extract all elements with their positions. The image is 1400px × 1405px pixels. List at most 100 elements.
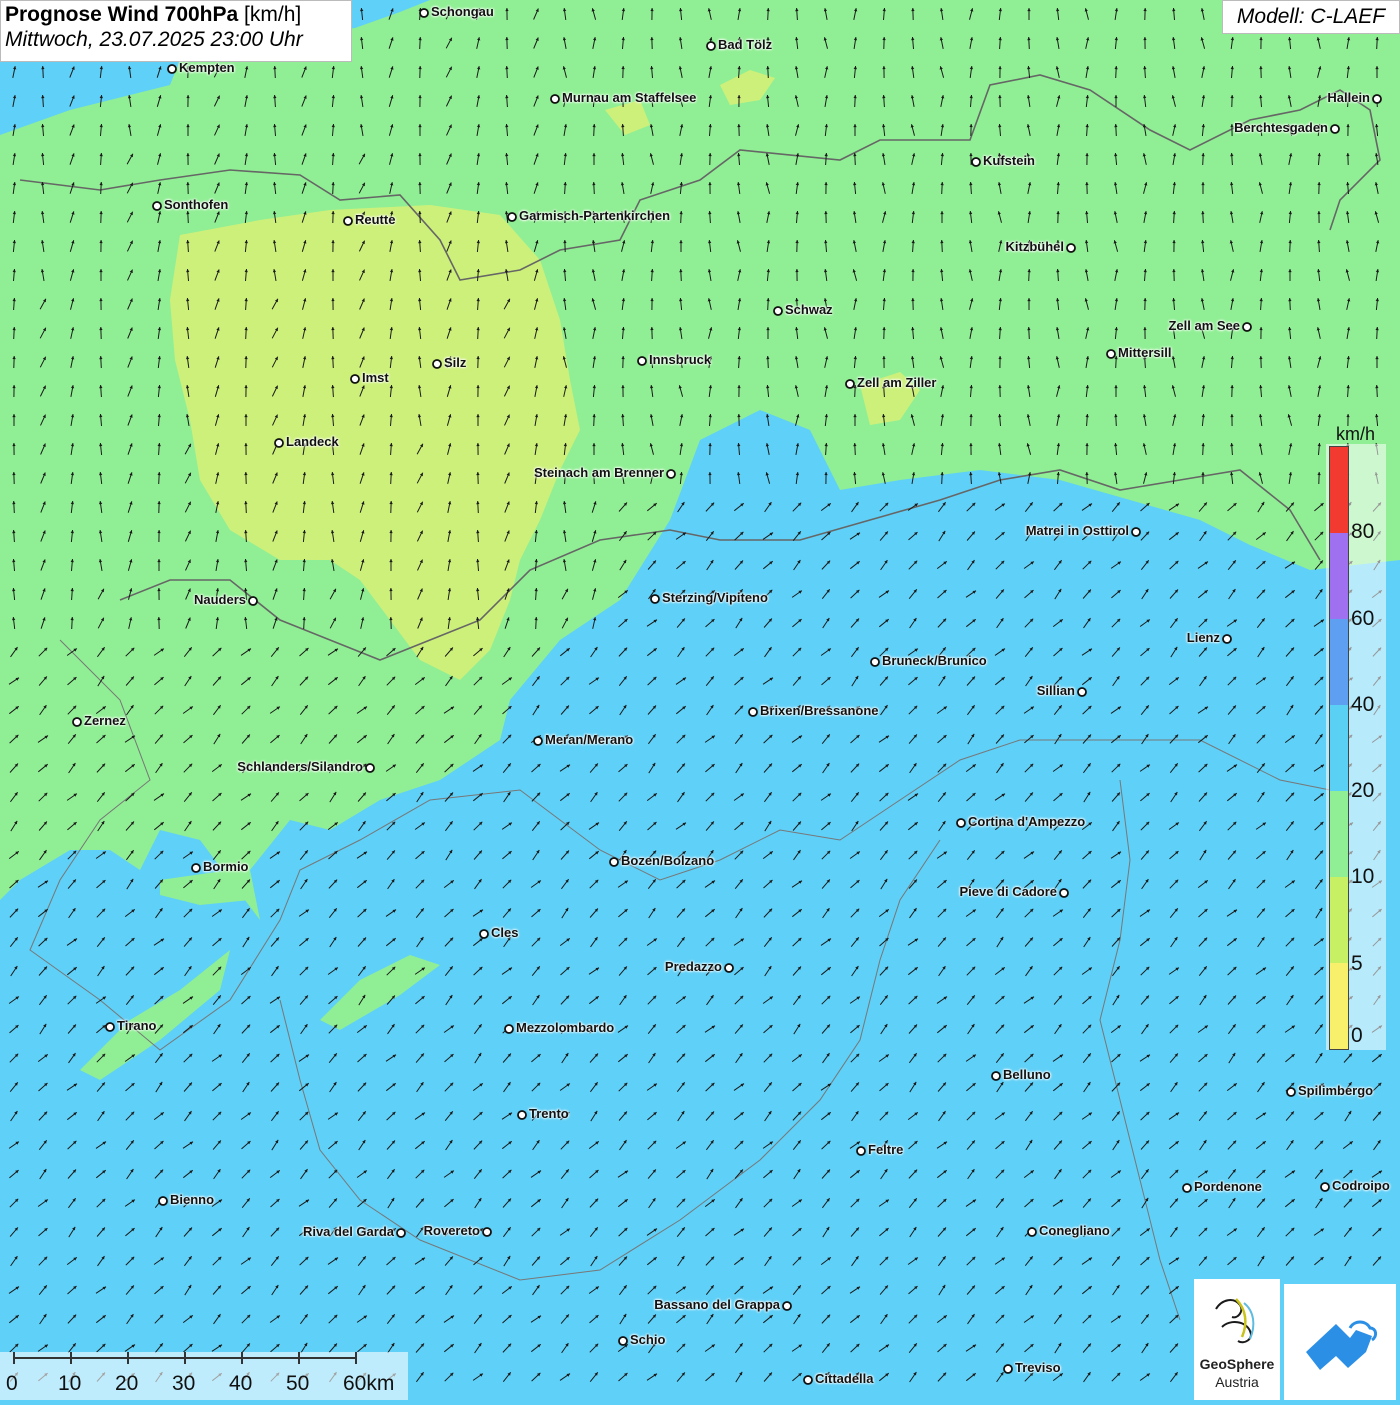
legend-segment bbox=[1330, 791, 1348, 877]
city-label: Predazzo bbox=[665, 959, 722, 974]
city-label: Innsbruck bbox=[649, 352, 711, 367]
city-label: Tirano bbox=[117, 1018, 157, 1033]
city-marker bbox=[774, 307, 782, 315]
city-label: Sillian bbox=[1037, 683, 1075, 698]
city-label: Riva del Garda bbox=[303, 1224, 394, 1239]
legend-segment bbox=[1330, 447, 1348, 533]
city-marker bbox=[1107, 350, 1115, 358]
city-marker bbox=[1060, 889, 1068, 897]
city-marker bbox=[1373, 95, 1381, 103]
city-label: Rovereto bbox=[424, 1223, 480, 1238]
legend-label: 5 bbox=[1351, 952, 1363, 976]
geosphere-icon bbox=[1194, 1279, 1280, 1359]
city-marker bbox=[1243, 323, 1251, 331]
city-label: Belluno bbox=[1003, 1067, 1051, 1082]
city-label: Bassano del Grappa bbox=[654, 1297, 780, 1312]
city-marker bbox=[106, 1023, 114, 1031]
legend-segment bbox=[1330, 877, 1348, 963]
city-marker bbox=[397, 1229, 405, 1237]
city-label: Reutte bbox=[355, 212, 395, 227]
scale-tick bbox=[241, 1352, 243, 1364]
city-label: Sonthofen bbox=[164, 197, 228, 212]
city-label: Kempten bbox=[179, 60, 235, 75]
city-label: Schongau bbox=[431, 4, 494, 19]
scale-tick bbox=[13, 1352, 15, 1364]
city-label: Silz bbox=[444, 355, 466, 370]
partner-logo bbox=[1284, 1284, 1396, 1400]
city-marker bbox=[846, 380, 854, 388]
city-marker bbox=[1331, 125, 1339, 133]
city-label: Bozen/Bolzano bbox=[621, 853, 714, 868]
city-label: Matrei in Osttirol bbox=[1026, 523, 1129, 538]
logo-name: GeoSphere bbox=[1194, 1356, 1280, 1372]
city-label: Steinach am Brenner bbox=[534, 465, 664, 480]
legend-label: 80 bbox=[1351, 520, 1374, 544]
city-marker bbox=[483, 1228, 491, 1236]
city-label: Sterzing/Vipiteno bbox=[662, 590, 768, 605]
city-marker bbox=[1223, 635, 1231, 643]
city-marker bbox=[168, 65, 176, 73]
city-marker bbox=[957, 819, 965, 827]
city-marker bbox=[73, 718, 81, 726]
legend-segment bbox=[1330, 963, 1348, 1049]
legend-label: 10 bbox=[1351, 865, 1374, 889]
map-title: Prognose Wind 700hPa [km/h] bbox=[5, 3, 347, 27]
legend-label: 60 bbox=[1351, 607, 1374, 631]
legend-segment bbox=[1330, 619, 1348, 705]
city-marker bbox=[1132, 528, 1140, 536]
city-label: Cortina d'Ampezzo bbox=[968, 814, 1085, 829]
city-label: Spilimbergo bbox=[1298, 1083, 1373, 1098]
city-marker bbox=[518, 1111, 526, 1119]
city-marker bbox=[551, 95, 559, 103]
city-marker bbox=[667, 470, 675, 478]
legend-segment bbox=[1330, 705, 1348, 791]
city-marker bbox=[857, 1147, 865, 1155]
city-marker bbox=[249, 597, 257, 605]
city-marker bbox=[1183, 1184, 1191, 1192]
forecast-datetime: Mittwoch, 23.07.2025 23:00 Uhr bbox=[5, 28, 347, 52]
map-title-bold: Prognose Wind 700hPa bbox=[5, 3, 238, 26]
city-label: Mittersill bbox=[1118, 345, 1171, 360]
city-label: Lienz bbox=[1187, 630, 1220, 645]
city-label: Bad Tölz bbox=[718, 37, 772, 52]
city-label: Treviso bbox=[1015, 1360, 1061, 1375]
city-label: Trento bbox=[529, 1106, 569, 1121]
city-label: Cittadella bbox=[815, 1371, 874, 1386]
scale-label: 20 bbox=[115, 1372, 138, 1396]
city-marker bbox=[159, 1197, 167, 1205]
city-label: Landeck bbox=[286, 434, 339, 449]
city-label: Murnau am Staffelsee bbox=[562, 90, 696, 105]
city-marker bbox=[153, 202, 161, 210]
city-marker bbox=[420, 9, 428, 17]
city-marker bbox=[1287, 1088, 1295, 1096]
city-marker bbox=[610, 858, 618, 866]
scale-tick bbox=[298, 1352, 300, 1364]
city-label: Schlanders/Silandro bbox=[237, 759, 363, 774]
city-label: Garmisch-Partenkirchen bbox=[519, 208, 670, 223]
city-marker bbox=[1321, 1183, 1329, 1191]
city-marker bbox=[1067, 244, 1075, 252]
city-marker bbox=[366, 764, 374, 772]
city-label: Mezzolombardo bbox=[516, 1020, 614, 1035]
city-marker bbox=[508, 213, 516, 221]
city-label: Bormio bbox=[203, 859, 249, 874]
scale-label: 60km bbox=[343, 1372, 394, 1396]
legend-label: 20 bbox=[1351, 779, 1374, 803]
city-label: Schwaz bbox=[785, 302, 833, 317]
city-marker bbox=[707, 42, 715, 50]
map-title-unit: [km/h] bbox=[244, 3, 301, 26]
legend-segment bbox=[1330, 533, 1348, 619]
legend-label: 40 bbox=[1351, 693, 1374, 717]
city-marker bbox=[480, 930, 488, 938]
city-marker bbox=[344, 217, 352, 225]
city-label: Berchtesgaden bbox=[1234, 120, 1328, 135]
city-label: Conegliano bbox=[1039, 1223, 1110, 1238]
model-label: Modell: C-LAEF bbox=[1222, 0, 1400, 34]
logo-subtitle: Austria bbox=[1194, 1374, 1280, 1390]
city-marker bbox=[972, 158, 980, 166]
scale-label: 40 bbox=[229, 1372, 252, 1396]
city-marker bbox=[1004, 1365, 1012, 1373]
city-label: Zell am Ziller bbox=[857, 375, 936, 390]
city-marker bbox=[749, 708, 757, 716]
city-label: Bruneck/Brunico bbox=[882, 653, 987, 668]
